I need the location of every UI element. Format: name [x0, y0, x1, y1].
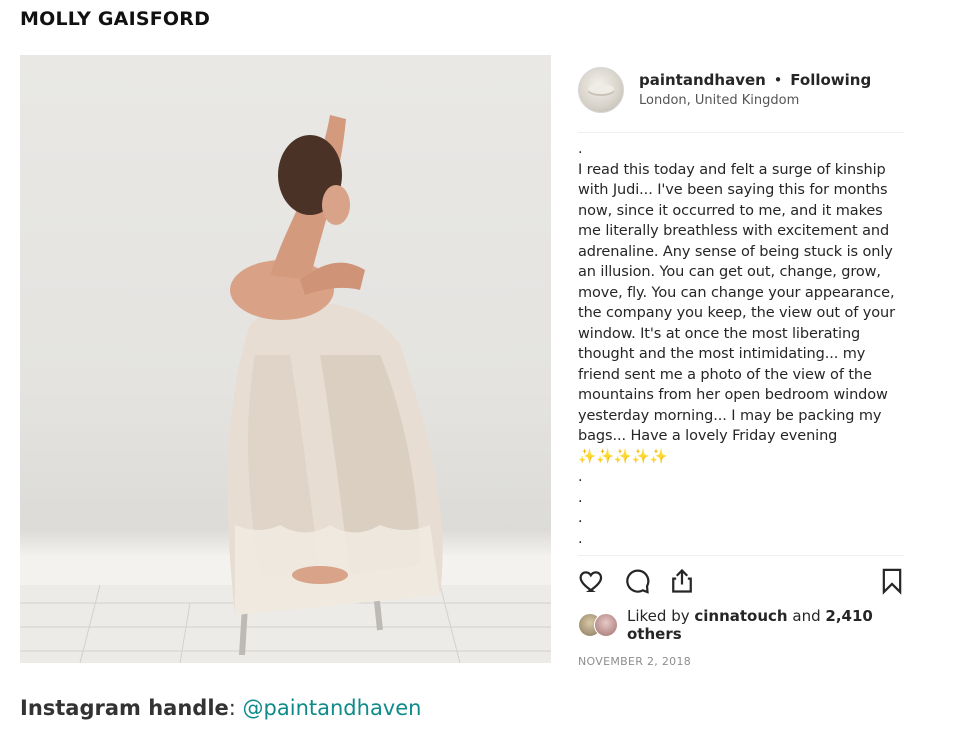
post-caption: . I read this today and felt a surge of … — [578, 141, 895, 547]
divider — [578, 132, 904, 133]
avatar[interactable] — [594, 613, 618, 637]
liked-by-user-link[interactable]: cinnatouch — [694, 607, 787, 625]
separator-dot: • — [773, 70, 783, 89]
handle-label: Instagram handle — [20, 696, 229, 720]
liker-avatars — [578, 612, 620, 638]
comment-icon[interactable] — [623, 567, 653, 597]
page-title: MOLLY GAISFORD — [20, 8, 211, 30]
instagram-handle-line: Instagram handle: @paintandhaven — [20, 696, 421, 720]
following-button[interactable]: Following — [790, 71, 871, 89]
likes-middle: and — [787, 607, 826, 625]
heart-icon[interactable] — [578, 567, 608, 597]
handle-separator: : — [228, 696, 243, 720]
action-bar — [578, 564, 904, 604]
header-text: paintandhaven • Following London, United… — [639, 71, 871, 110]
likes-text: Liked by cinnatouch and 2,410 others — [627, 607, 904, 643]
post-date[interactable]: NOVEMBER 2, 2018 — [578, 655, 904, 668]
post-header: paintandhaven • Following London, United… — [578, 66, 904, 114]
bookmark-icon[interactable] — [878, 567, 908, 597]
post-panel: paintandhaven • Following London, United… — [578, 66, 904, 668]
location-link[interactable]: London, United Kingdom — [639, 92, 871, 110]
post-image[interactable] — [20, 55, 551, 663]
instagram-handle-link[interactable]: @paintandhaven — [243, 696, 422, 720]
divider — [578, 555, 904, 556]
username-link[interactable]: paintandhaven — [639, 71, 766, 89]
likes-row: Liked by cinnatouch and 2,410 others — [578, 607, 904, 643]
share-icon[interactable] — [668, 567, 698, 597]
avatar[interactable] — [578, 67, 624, 113]
header-line: paintandhaven • Following — [639, 71, 871, 90]
likes-prefix: Liked by — [627, 607, 695, 625]
